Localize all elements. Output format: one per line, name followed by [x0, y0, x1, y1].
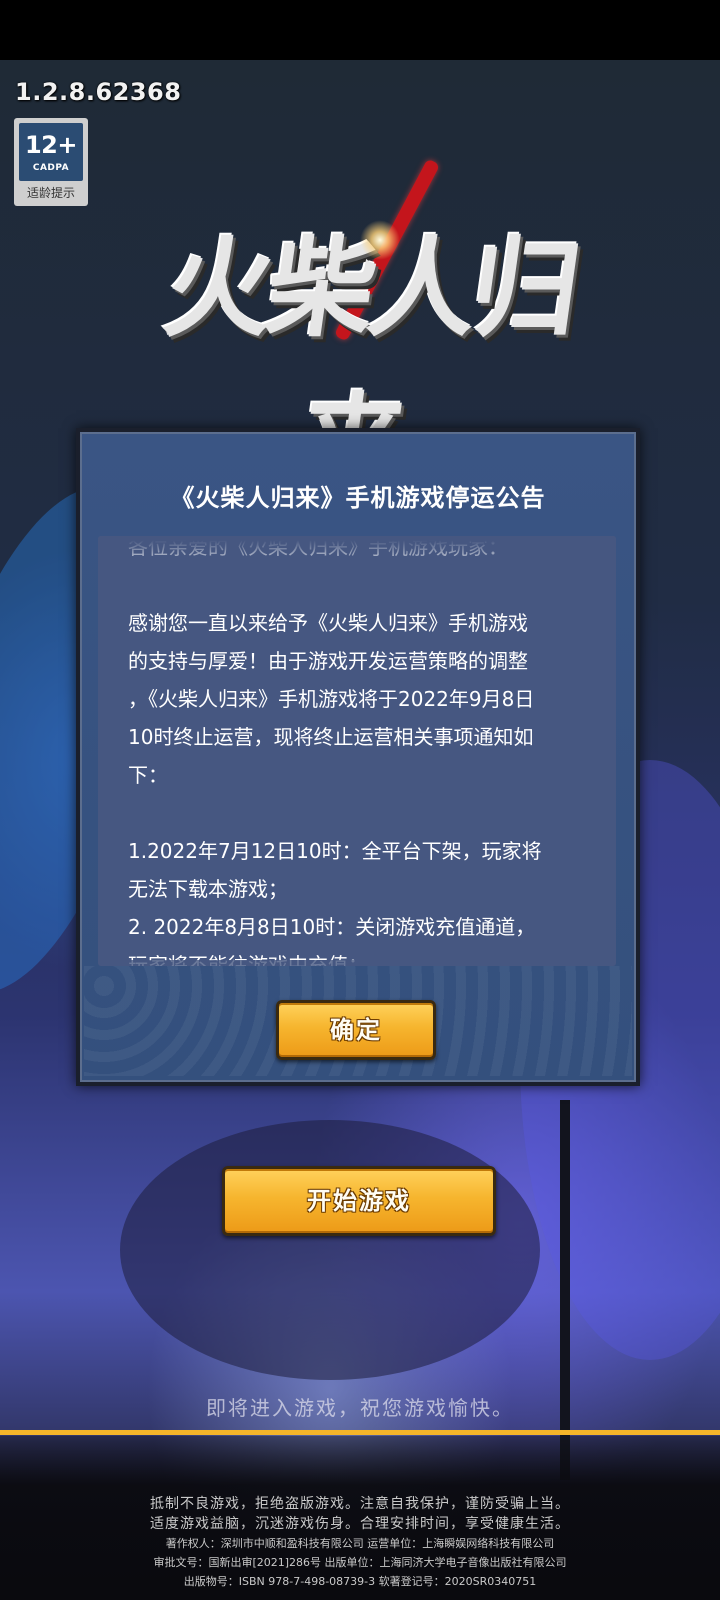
notice-line: ，《火柴人归来》手机游戏将于2022年9月8日 [128, 687, 535, 711]
age-rating-inner: 12+ CADPA [19, 123, 83, 181]
notice-line: 10时终止运营，现将终止运营相关事项通知如 [128, 725, 534, 749]
isbn-line: 出版物号：ISBN 978-7-498-08739-3 软著登记号：2020SR… [183, 1575, 537, 1588]
age-rating-number: 12+ [24, 131, 78, 159]
notice-text: 各位亲爱的《火柴人归来》手机游戏玩家：感谢您一直以来给予《火柴人归来》手机游戏的… [128, 536, 590, 966]
loading-progress-fill [0, 1430, 720, 1435]
bg-dark-figure [120, 1120, 540, 1380]
scroll-fade-bottom [98, 960, 616, 966]
notice-scroll-area[interactable]: 各位亲爱的《火柴人归来》手机游戏玩家：感谢您一直以来给予《火柴人归来》手机游戏的… [98, 536, 616, 966]
health-notice-1: 抵制不良游戏，拒绝盗版游戏。注意自我保护，谨防受骗上当。 [150, 1496, 570, 1512]
notice-line: 2. 2022年8月8日10时：关闭游戏充值通道， [128, 915, 536, 939]
version-label: 1.2.8.62368 [15, 78, 182, 106]
start-game-button[interactable]: 开始游戏 [222, 1166, 496, 1236]
notice-line: 的支持与厚爱！由于游戏开发运营策略的调整 [128, 649, 528, 673]
notice-line: 下： [128, 763, 168, 787]
logo-glow-icon [360, 220, 400, 260]
notice-line: 1.2022年7月12日10时：全平台下架，玩家将 [128, 839, 542, 863]
scroll-fade-top [98, 536, 616, 558]
age-rating-org: CADPA [32, 163, 70, 173]
notice-line [128, 566, 590, 604]
age-rating-caption: 适龄提示 [26, 186, 75, 200]
dialog-title: 《火柴人归来》手机游戏停运公告 [170, 484, 546, 512]
notice-line [128, 794, 590, 832]
footer-text: 抵制不良游戏，拒绝盗版游戏。注意自我保护，谨防受骗上当。 适度游戏益脑，沉迷游戏… [0, 1494, 720, 1591]
notice-line: 无法下载本游戏； [128, 877, 288, 901]
game-logo: 火柴人归来 [110, 150, 610, 508]
game-screen: 1.2.8.62368 12+ CADPA 适龄提示 火柴人归来 《火柴人归来》… [0, 0, 720, 1600]
loading-tip: 即将进入游戏，祝您游戏愉快。 [206, 1396, 514, 1420]
notice-line: 感谢您一直以来给予《火柴人归来》手机游戏 [128, 611, 528, 635]
approval-line: 审批文号：国新出审[2021]286号 出版单位：上海同济大学电子音像出版社有限… [153, 1556, 567, 1569]
copyright-line: 著作权人：深圳市中顺和盈科技有限公司 运营单位：上海瞬娱网络科技有限公司 [165, 1537, 555, 1550]
loading-progress-bar [0, 1430, 720, 1435]
status-bar-area [0, 0, 720, 60]
health-notice-2: 适度游戏益脑，沉迷游戏伤身。合理安排时间，享受健康生活。 [150, 1516, 570, 1532]
age-rating-badge: 12+ CADPA 适龄提示 [14, 118, 88, 206]
notice-dialog: 《火柴人归来》手机游戏停运公告 各位亲爱的《火柴人归来》手机游戏玩家：感谢您一直… [76, 428, 640, 1086]
confirm-button[interactable]: 确定 [276, 1000, 436, 1060]
bg-staff [560, 1100, 570, 1480]
